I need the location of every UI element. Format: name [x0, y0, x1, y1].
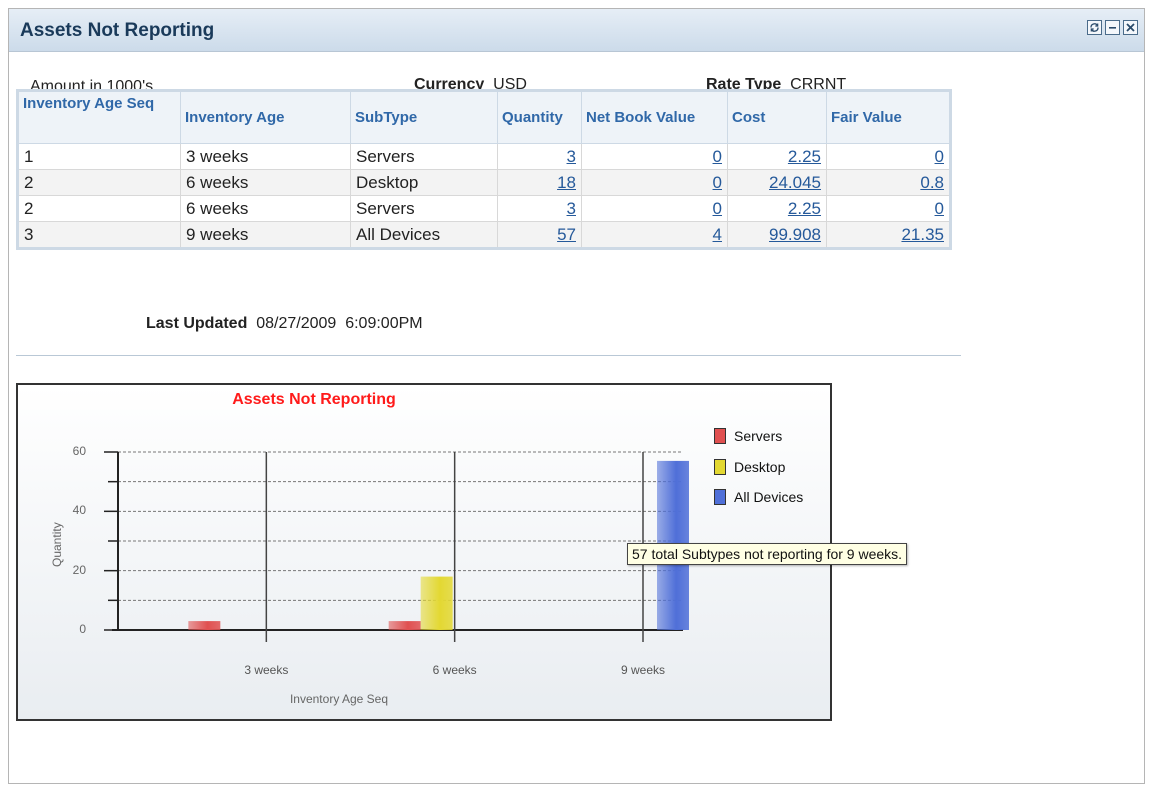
fair-value-link[interactable]: 21.35 [901, 225, 944, 244]
cell-net-book-value: 4 [581, 221, 728, 249]
net-book-value-link[interactable]: 0 [713, 147, 722, 166]
cell-subtype: Desktop [350, 169, 498, 196]
fair-value-link[interactable]: 0 [935, 147, 944, 166]
col-header-cost: Cost [727, 90, 827, 144]
minimize-icon[interactable] [1105, 20, 1120, 35]
x-tick-label: 9 weeks [620, 663, 666, 677]
legend-label-desktop: Desktop [734, 459, 786, 475]
cell-net-book-value: 0 [581, 143, 728, 170]
cell-cost: 2.25 [727, 195, 827, 222]
bar-servers [188, 621, 221, 630]
col-header-subtype: SubType [350, 90, 498, 144]
legend-swatch-servers [714, 428, 726, 444]
col-header-quantity: Quantity [497, 90, 582, 144]
cell-quantity: 3 [497, 143, 582, 170]
cost-link[interactable]: 2.25 [788, 199, 821, 218]
bar-desktop [420, 576, 453, 630]
quantity-link[interactable]: 57 [557, 225, 576, 244]
table-row: 1 3 weeks Servers 3 0 2.25 0 [17, 143, 951, 170]
cost-link[interactable]: 99.908 [769, 225, 821, 244]
legend-label-servers: Servers [734, 428, 783, 444]
cell-age: 3 weeks [180, 143, 351, 170]
net-book-value-link[interactable]: 0 [713, 199, 722, 218]
y-tick-label: 20 [72, 562, 86, 577]
cell-age: 6 weeks [180, 195, 351, 222]
cell-quantity: 18 [497, 169, 582, 196]
last-updated-label: Last Updated [146, 315, 248, 332]
cell-cost: 99.908 [727, 221, 827, 249]
cell-subtype: Servers [350, 195, 498, 222]
last-updated-field: Last Updated 08/27/2009 6:09:00PM [146, 315, 423, 333]
close-icon[interactable] [1123, 20, 1138, 35]
fair-value-link[interactable]: 0 [935, 199, 944, 218]
cell-cost: 24.045 [727, 169, 827, 196]
cell-fair-value: 21.35 [826, 221, 951, 249]
y-tick-label: 40 [72, 503, 86, 518]
legend-item-desktop: Desktop [714, 459, 785, 475]
y-tick-label: 0 [79, 622, 86, 636]
col-header-inventory-age: Inventory Age [180, 90, 351, 144]
col-header-inventory-age-seq: Inventory Age Seq [17, 90, 181, 144]
assets-grid: Inventory Age Seq Inventory Age SubType … [16, 89, 952, 250]
cell-fair-value: 0 [826, 143, 951, 170]
cell-net-book-value: 0 [581, 195, 728, 222]
table-row: 2 6 weeks Desktop 18 0 24.045 0.8 [17, 169, 951, 196]
chart-tooltip: 57 total Subtypes not reporting for 9 we… [627, 543, 908, 565]
col-header-net-book-value: Net Book Value [581, 90, 728, 144]
cell-age: 6 weeks [180, 169, 351, 196]
quantity-link[interactable]: 3 [567, 147, 576, 166]
cell-cost: 2.25 [727, 143, 827, 170]
table-row: 3 9 weeks All Devices 57 4 99.908 21.35 [17, 221, 951, 249]
cell-age: 9 weeks [180, 221, 351, 249]
cell-subtype: All Devices [350, 221, 498, 249]
quantity-link[interactable]: 3 [567, 199, 576, 218]
legend-swatch-all-devices [714, 489, 726, 505]
refresh-icon[interactable] [1087, 20, 1102, 35]
quantity-link[interactable]: 18 [557, 173, 576, 192]
bar-servers [388, 621, 421, 630]
x-tick-label: 6 weeks [432, 663, 477, 677]
pagelet-title: Assets Not Reporting [20, 20, 215, 41]
y-tick-label: 60 [72, 444, 86, 458]
net-book-value-link[interactable]: 4 [713, 225, 722, 244]
cell-seq: 2 [17, 195, 181, 222]
x-tick-label: 3 weeks [244, 663, 289, 677]
legend-item-servers: Servers [714, 428, 782, 444]
cost-link[interactable]: 24.045 [769, 173, 821, 192]
cell-seq: 2 [17, 169, 181, 196]
cell-subtype: Servers [350, 143, 498, 170]
net-book-value-link[interactable]: 0 [713, 173, 722, 192]
pagelet-header: Assets Not Reporting [9, 9, 1144, 52]
cell-quantity: 57 [497, 221, 582, 249]
section-divider [16, 355, 961, 356]
last-updated-value: 08/27/2009 6:09:00PM [256, 315, 423, 332]
y-axis-label: Quantity [50, 522, 64, 567]
cell-net-book-value: 0 [581, 169, 728, 196]
legend-item-all-devices: All Devices [714, 489, 803, 505]
x-axis-label: Inventory Age Seq [289, 692, 389, 706]
fair-value-link[interactable]: 0.8 [920, 173, 944, 192]
cell-fair-value: 0.8 [826, 169, 951, 196]
col-header-fair-value: Fair Value [826, 90, 951, 144]
grid-header-row: Inventory Age Seq Inventory Age SubType … [17, 90, 951, 144]
cell-fair-value: 0 [826, 195, 951, 222]
legend-label-all-devices: All Devices [734, 489, 804, 505]
cell-seq: 1 [17, 143, 181, 170]
cell-quantity: 3 [497, 195, 582, 222]
cost-link[interactable]: 2.25 [788, 147, 821, 166]
table-row: 2 6 weeks Servers 3 0 2.25 0 [17, 195, 951, 222]
cell-seq: 3 [17, 221, 181, 249]
legend-swatch-desktop [714, 459, 726, 475]
pagelet-header-buttons [1087, 20, 1138, 35]
